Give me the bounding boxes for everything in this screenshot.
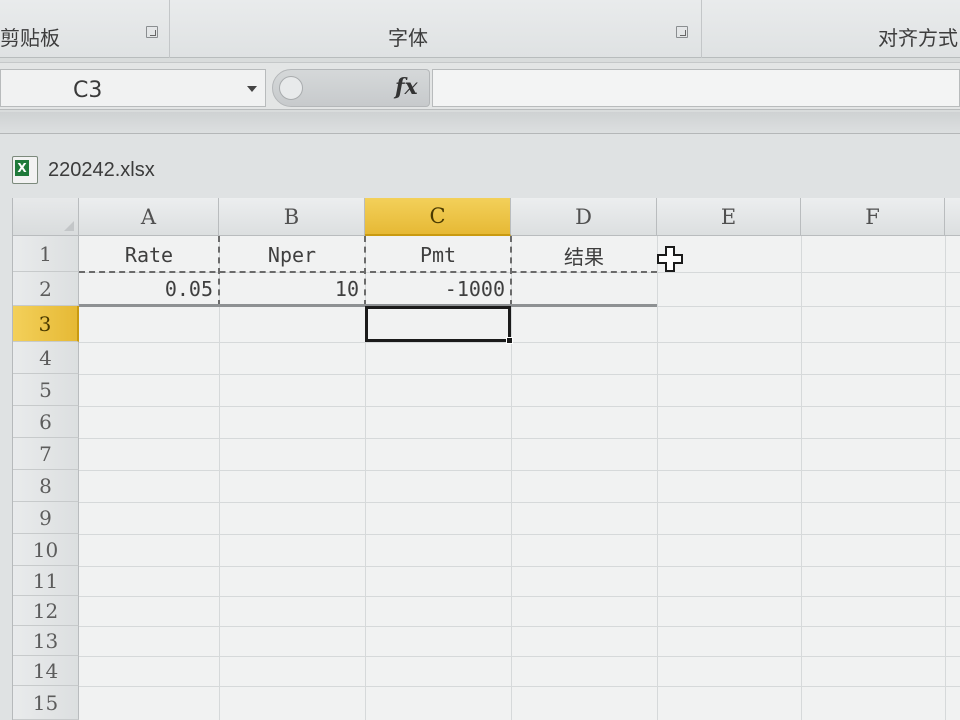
row-header-14[interactable]: 14 — [13, 656, 79, 686]
row-header-12[interactable]: 12 — [13, 596, 79, 626]
cross-cursor-icon — [657, 246, 683, 272]
copy-marquee — [510, 236, 512, 306]
grid-line — [657, 236, 658, 720]
grid-line — [511, 236, 512, 720]
grid-line — [79, 406, 960, 407]
workbook-window: 220242.xlsx A B C D E F 1 2 3 4 5 6 7 8 … — [0, 134, 960, 720]
column-header-d[interactable]: D — [511, 198, 657, 236]
grid-line — [79, 656, 960, 657]
name-box[interactable]: C3 — [0, 69, 266, 107]
row-header-5[interactable]: 5 — [13, 374, 79, 406]
ribbon-group-label: 对齐方式 — [878, 26, 958, 50]
column-header-a[interactable]: A — [79, 198, 219, 236]
grid-line — [79, 374, 960, 375]
grid-line — [79, 470, 960, 471]
cell-b1[interactable]: Nper — [219, 238, 365, 272]
row-header-3[interactable]: 3 — [13, 306, 79, 342]
grid-line — [79, 438, 960, 439]
column-header-b[interactable]: B — [219, 198, 365, 236]
ribbon-group-alignment: 对齐方式 — [702, 0, 960, 58]
cell-c1[interactable]: Pmt — [365, 238, 511, 272]
cancel-circle-icon[interactable] — [279, 76, 303, 100]
row-header-11[interactable]: 11 — [13, 566, 79, 596]
grid-line — [79, 626, 960, 627]
cell-c2[interactable]: -1000 — [365, 272, 511, 306]
dialog-launcher-icon[interactable] — [676, 26, 688, 38]
workbook-file-name: 220242.xlsx — [48, 158, 155, 181]
copy-marquee — [79, 271, 657, 273]
grid-line — [801, 236, 802, 720]
grid-line — [79, 566, 960, 567]
active-cell-selection[interactable] — [365, 306, 511, 342]
row-header-13[interactable]: 13 — [13, 626, 79, 656]
column-header-c[interactable]: C — [365, 198, 511, 236]
grid-line — [79, 534, 960, 535]
grid-line — [219, 236, 220, 720]
grid-line — [79, 596, 960, 597]
copy-marquee — [218, 236, 220, 306]
row-header-15[interactable]: 15 — [13, 686, 79, 720]
ribbon-group-label: 剪贴板 — [0, 26, 60, 50]
ribbon-separator — [0, 112, 960, 134]
column-header-e[interactable]: E — [657, 198, 801, 236]
row-header-4[interactable]: 4 — [13, 342, 79, 374]
spreadsheet-grid[interactable]: A B C D E F 1 2 3 4 5 6 7 8 9 10 11 12 1… — [12, 198, 960, 720]
formula-bar: C3 fx — [0, 62, 960, 110]
cell-d1[interactable]: 结果 — [511, 238, 657, 272]
grid-line — [79, 686, 960, 687]
formula-input[interactable] — [432, 69, 960, 107]
grid-line — [945, 236, 946, 720]
grid-line — [79, 502, 960, 503]
row-header-1[interactable]: 1 — [13, 236, 79, 272]
row-header-8[interactable]: 8 — [13, 470, 79, 502]
row-header-10[interactable]: 10 — [13, 534, 79, 566]
select-all-button[interactable] — [13, 198, 79, 236]
copy-marquee — [364, 236, 366, 306]
chevron-down-icon[interactable] — [247, 86, 257, 92]
ribbon-group-font: 字体 — [170, 0, 702, 58]
name-box-value: C3 — [73, 78, 103, 103]
column-header-g[interactable] — [945, 198, 960, 236]
ribbon-group-clipboard: 剪贴板 — [0, 0, 170, 58]
excel-file-icon — [12, 156, 38, 184]
row-header-9[interactable]: 9 — [13, 502, 79, 534]
grid-line — [79, 342, 960, 343]
dialog-launcher-icon[interactable] — [146, 26, 158, 38]
row-header-2[interactable]: 2 — [13, 272, 79, 306]
ribbon: 剪贴板 字体 对齐方式 — [0, 0, 960, 58]
workbook-title[interactable]: 220242.xlsx — [12, 154, 155, 186]
cell-a2[interactable]: 0.05 — [79, 272, 219, 306]
column-header-f[interactable]: F — [801, 198, 945, 236]
insert-function-button[interactable]: fx — [395, 74, 418, 100]
formula-controls: fx — [272, 69, 430, 107]
cell-a1[interactable]: Rate — [79, 238, 219, 272]
ribbon-group-label: 字体 — [388, 26, 428, 50]
row-header-6[interactable]: 6 — [13, 406, 79, 438]
row-header-7[interactable]: 7 — [13, 438, 79, 470]
fill-handle[interactable] — [506, 337, 513, 344]
cell-b2[interactable]: 10 — [219, 272, 365, 306]
